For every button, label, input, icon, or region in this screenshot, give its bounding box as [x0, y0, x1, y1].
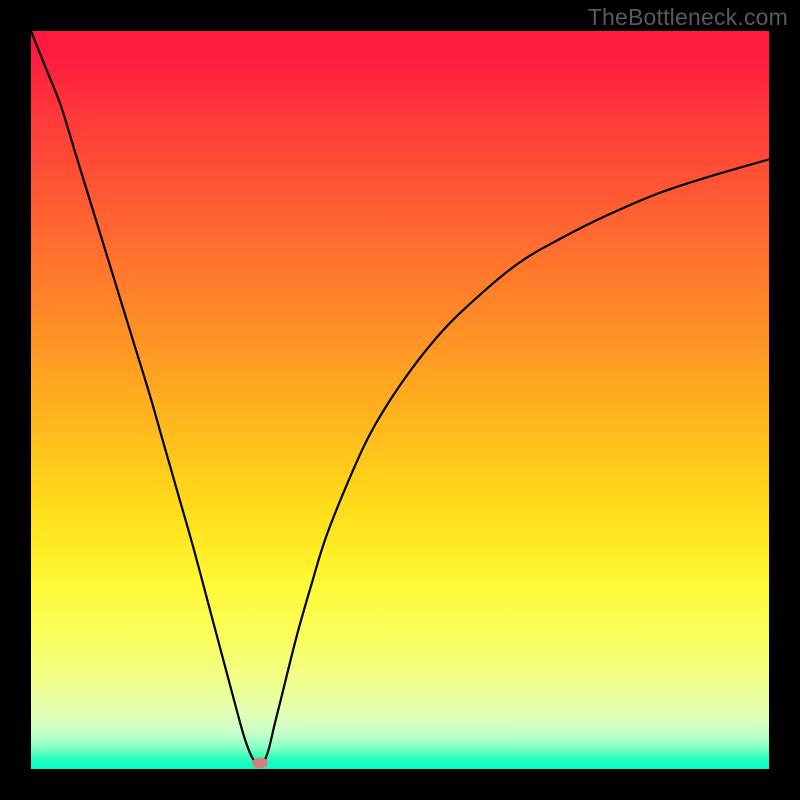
watermark-text: TheBottleneck.com — [588, 4, 788, 31]
optimum-marker — [252, 758, 268, 769]
bottleneck-curve-svg — [31, 31, 769, 769]
plot-area — [31, 31, 769, 769]
bottleneck-curve-path — [31, 31, 769, 765]
